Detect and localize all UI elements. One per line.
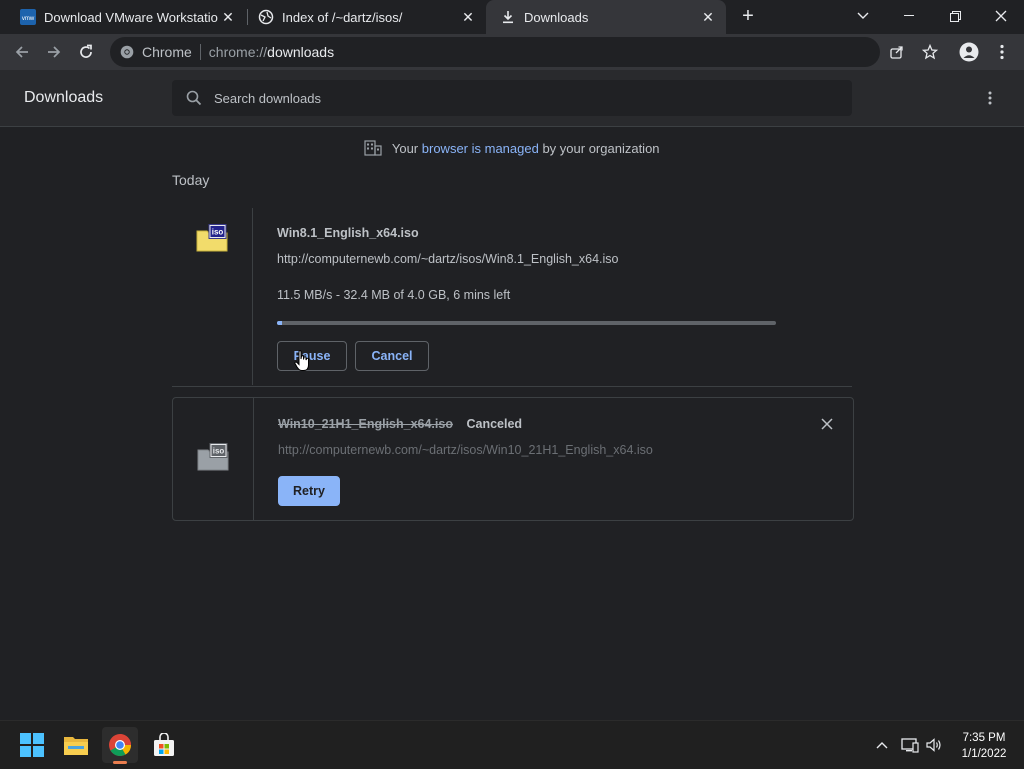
building-icon bbox=[364, 140, 383, 159]
close-tab-icon[interactable]: ✕ bbox=[218, 9, 238, 26]
omnibox-url-path: downloads bbox=[267, 44, 335, 60]
remove-item-close-icon[interactable] bbox=[821, 418, 835, 432]
taskbar-clock[interactable]: 7:35 PM 1/1/2022 bbox=[950, 730, 1018, 762]
download-favicon-icon bbox=[500, 9, 516, 25]
pause-button[interactable]: Pause bbox=[277, 341, 347, 371]
chrome-logo-icon bbox=[120, 45, 134, 59]
source-url-link[interactable]: http://computernewb.com/~dartz/isos/Win1… bbox=[278, 443, 653, 457]
search-box[interactable] bbox=[172, 80, 852, 116]
tab-search-chevron-icon[interactable] bbox=[840, 0, 886, 32]
search-icon bbox=[186, 90, 202, 106]
card-divider bbox=[253, 398, 254, 520]
clock-date: 1/1/2022 bbox=[961, 748, 1007, 760]
file-explorer-button[interactable] bbox=[58, 727, 94, 763]
tab-title: Downloads bbox=[524, 9, 589, 25]
address-bar[interactable]: Chrome chrome:// downloads bbox=[110, 37, 938, 67]
store-bag-icon bbox=[152, 733, 176, 757]
start-button[interactable] bbox=[14, 727, 50, 763]
vmware-favicon-icon: vmw bbox=[20, 9, 36, 25]
profile-avatar-icon[interactable] bbox=[955, 38, 983, 66]
download-item: iso Win8.1_English_x64.iso http://comput… bbox=[172, 208, 852, 387]
more-actions-icon[interactable] bbox=[980, 88, 1000, 108]
iso-file-icon: iso bbox=[196, 224, 228, 257]
card-divider bbox=[252, 208, 253, 385]
omnibox-scheme: Chrome bbox=[142, 44, 192, 60]
network-icon[interactable] bbox=[900, 735, 920, 755]
canceled-tag: Canceled bbox=[466, 417, 523, 431]
file-name-link[interactable]: Win8.1_English_x64.iso bbox=[277, 226, 419, 240]
globe-favicon-icon bbox=[258, 9, 274, 25]
downloads-header: Downloads bbox=[0, 70, 1024, 127]
bookmark-star-icon[interactable] bbox=[922, 44, 938, 60]
managed-notice: Your browser is managed by your organiza… bbox=[0, 140, 1024, 159]
back-button[interactable] bbox=[8, 38, 36, 66]
chrome-icon bbox=[108, 733, 132, 757]
show-hidden-icons-chevron-icon[interactable] bbox=[872, 735, 892, 755]
tab-title: Index of /~dartz/isos/ bbox=[282, 9, 403, 25]
svg-text:vmw: vmw bbox=[22, 16, 35, 22]
share-icon[interactable] bbox=[890, 45, 904, 59]
close-window-button[interactable] bbox=[978, 0, 1024, 32]
clock-time: 7:35 PM bbox=[962, 732, 1006, 744]
reload-button[interactable] bbox=[72, 38, 100, 66]
source-url-link[interactable]: http://computernewb.com/~dartz/isos/Win8… bbox=[277, 252, 619, 266]
active-app-indicator bbox=[113, 761, 127, 764]
minimize-button[interactable] bbox=[886, 0, 932, 32]
tab-title: Download VMware Workstation Player bbox=[44, 9, 218, 25]
chrome-taskbar-button[interactable] bbox=[102, 727, 138, 764]
new-tab-button[interactable]: + bbox=[730, 0, 766, 32]
close-tab-icon[interactable]: ✕ bbox=[698, 9, 718, 26]
forward-button[interactable] bbox=[40, 38, 68, 66]
close-tab-icon[interactable]: ✕ bbox=[458, 9, 478, 26]
omnibox-url-prefix: chrome:// bbox=[208, 44, 268, 60]
search-input[interactable] bbox=[212, 89, 816, 107]
cancel-button[interactable]: Cancel bbox=[355, 341, 429, 371]
taskbar: 7:35 PM 1/1/2022 bbox=[0, 720, 1024, 769]
iso-icon-label: iso bbox=[212, 228, 224, 237]
tab-downloads[interactable]: Downloads ✕ bbox=[486, 0, 726, 34]
managed-suffix: by your organization bbox=[542, 141, 660, 156]
restore-button[interactable] bbox=[932, 0, 978, 32]
download-item: iso Win10_21H1_English_x64.iso Canceled … bbox=[172, 397, 854, 521]
browser-toolbar: Chrome chrome:// downloads bbox=[0, 34, 1024, 70]
managed-prefix: Your bbox=[391, 141, 419, 156]
tab-isos-index[interactable]: Index of /~dartz/isos/ ✕ bbox=[238, 0, 486, 34]
store-button[interactable] bbox=[146, 727, 182, 763]
progress-fill bbox=[277, 321, 282, 325]
file-name-canceled: Win10_21H1_English_x64.iso bbox=[278, 417, 453, 431]
retry-button[interactable]: Retry bbox=[278, 476, 340, 506]
hand-cursor-icon bbox=[294, 350, 310, 377]
omnibox-divider bbox=[199, 44, 201, 60]
tab-vmware[interactable]: vmw Download VMware Workstation Player ✕ bbox=[0, 0, 246, 34]
volume-icon[interactable] bbox=[924, 735, 944, 755]
page-title: Downloads bbox=[24, 89, 104, 106]
download-status: 11.5 MB/s - 32.4 MB of 4.0 GB, 6 mins le… bbox=[277, 288, 511, 302]
folder-icon bbox=[63, 734, 89, 756]
chrome-menu-icon[interactable] bbox=[988, 38, 1016, 66]
download-progress-bar bbox=[277, 321, 776, 325]
tab-strip: vmw Download VMware Workstation Player ✕… bbox=[0, 0, 1024, 34]
windows-logo-icon bbox=[20, 733, 44, 757]
managed-link[interactable]: browser is managed bbox=[422, 141, 539, 156]
iso-file-icon: iso bbox=[197, 443, 229, 476]
date-heading: Today bbox=[172, 172, 210, 188]
iso-icon-label: iso bbox=[213, 447, 225, 456]
